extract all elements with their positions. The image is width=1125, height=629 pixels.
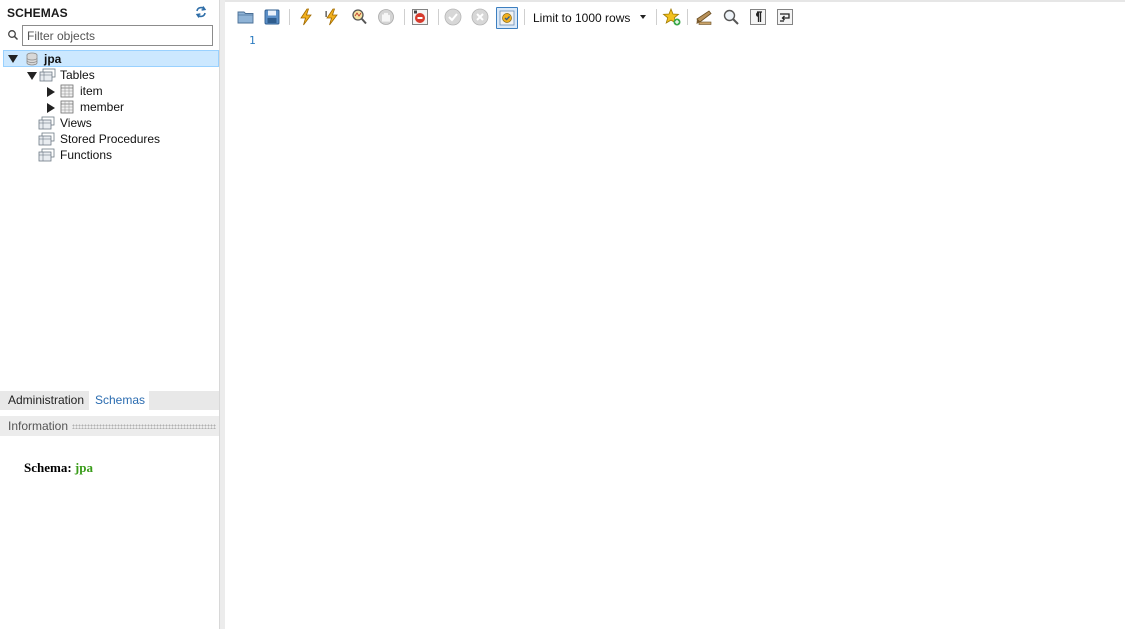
- navigator-header: SCHEMAS: [0, 0, 220, 24]
- filter-box: [4, 25, 214, 46]
- word-wrap-icon[interactable]: [775, 7, 795, 27]
- svg-text:I: I: [325, 10, 327, 19]
- filter-objects-input[interactable]: [22, 25, 213, 46]
- tab-administration[interactable]: Administration: [2, 391, 90, 410]
- beautify-icon[interactable]: [694, 7, 714, 27]
- execute-current-icon[interactable]: I: [322, 7, 342, 27]
- table-icon: [60, 84, 74, 98]
- tree-item-label: member: [80, 100, 125, 114]
- invisible-chars-icon[interactable]: [748, 7, 768, 27]
- tree-item-stored-procedures[interactable]: Stored Procedures: [38, 131, 160, 147]
- line-number: 1: [249, 34, 256, 47]
- toolbar-separator: [404, 9, 405, 25]
- schema-info: Schema: jpa: [24, 460, 93, 476]
- expand-arrow-icon[interactable]: [45, 86, 56, 97]
- tree-item-label: Views: [60, 116, 92, 130]
- tree-item-table[interactable]: item: [45, 83, 103, 99]
- tree-item-views[interactable]: Views: [38, 115, 92, 131]
- tree-item-label: jpa: [44, 51, 62, 66]
- explain-icon[interactable]: [349, 7, 369, 27]
- sql-editor[interactable]: 1: [225, 30, 1125, 629]
- tree-item-schema[interactable]: jpa: [3, 50, 219, 67]
- toolbar-separator: [438, 9, 439, 25]
- tree-item-label: Tables: [60, 68, 95, 82]
- information-header: Information: [0, 416, 219, 436]
- information-title: Information: [8, 419, 69, 433]
- sql-editor-toolbar: I Limit to 1000 rows: [225, 0, 1125, 30]
- folder-icon: [39, 68, 56, 82]
- limit-rows-value: Limit to 1000 rows: [533, 11, 631, 25]
- folder-icon: [38, 148, 55, 162]
- search-icon: [7, 29, 19, 41]
- tree-item-tables[interactable]: Tables: [26, 67, 95, 83]
- rollback-icon[interactable]: [470, 7, 490, 27]
- collapse-arrow-icon[interactable]: [26, 70, 37, 81]
- tab-schemas[interactable]: Schemas: [89, 391, 149, 410]
- folder-icon: [38, 132, 55, 146]
- toolbar-separator: [656, 9, 657, 25]
- schema-info-label: Schema:: [24, 460, 72, 475]
- schema-info-value: jpa: [74, 460, 93, 475]
- panel-grip[interactable]: [72, 424, 216, 429]
- tree-item-table[interactable]: member: [45, 99, 124, 115]
- execute-icon[interactable]: [296, 7, 316, 27]
- toolbar-separator: [687, 9, 688, 25]
- toolbar-separator: [289, 9, 290, 25]
- collapse-arrow-icon[interactable]: [7, 53, 18, 64]
- limit-rows-select[interactable]: Limit to 1000 rows: [530, 8, 652, 28]
- schema-navigator: SCHEMAS Filter objects jpa Tables item m…: [0, 0, 220, 629]
- commit-icon[interactable]: [443, 7, 463, 27]
- find-icon[interactable]: [721, 7, 741, 27]
- tree-item-functions[interactable]: Functions: [38, 147, 112, 163]
- navigator-tabs: Administration Schemas: [0, 391, 219, 410]
- save-icon[interactable]: [262, 7, 282, 27]
- toolbar-separator: [524, 9, 525, 25]
- expand-arrow-icon[interactable]: [45, 102, 56, 113]
- tree-item-label: item: [80, 84, 103, 98]
- folder-icon: [38, 116, 55, 130]
- chevron-down-icon: [640, 15, 646, 19]
- autocommit-icon[interactable]: [496, 7, 518, 29]
- tree-item-label: Functions: [60, 148, 113, 162]
- toggle-error-stop-icon[interactable]: [410, 7, 430, 27]
- database-icon: [25, 52, 39, 66]
- stop-icon[interactable]: [376, 7, 396, 27]
- tree-item-label: Stored Procedures: [60, 132, 161, 146]
- table-icon: [60, 100, 74, 114]
- navigator-title: SCHEMAS: [7, 6, 68, 20]
- open-file-icon[interactable]: [236, 7, 256, 27]
- refresh-icon[interactable]: [194, 5, 208, 19]
- add-snippet-icon[interactable]: [662, 7, 682, 27]
